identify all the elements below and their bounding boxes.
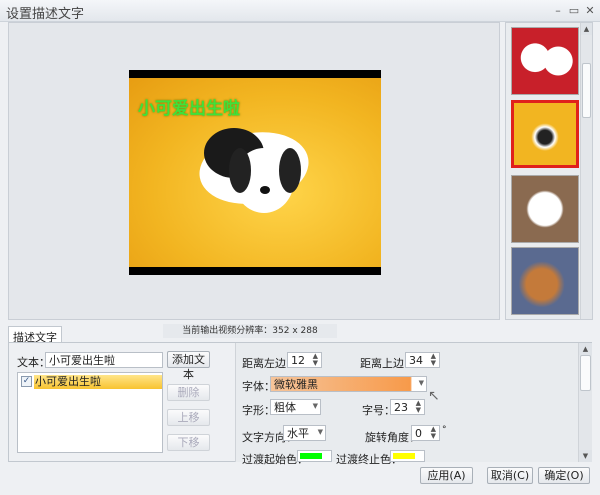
cancel-button[interactable]: 取消(C) bbox=[487, 467, 533, 484]
add-text-button[interactable]: 添加文本 bbox=[167, 351, 210, 381]
value: 微软雅黑 bbox=[274, 378, 318, 391]
chevron-down-icon[interactable]: ▼ bbox=[313, 400, 318, 413]
tab-description-text[interactable]: 描述文字 bbox=[8, 326, 62, 344]
value: 粗体 bbox=[274, 401, 296, 414]
mouse-cursor-icon: ↖ bbox=[428, 388, 440, 404]
list-item[interactable]: ✓ 小可爱出生啦 bbox=[20, 375, 162, 389]
move-down-button[interactable]: 下移 bbox=[167, 434, 210, 451]
move-up-button[interactable]: 上移 bbox=[167, 409, 210, 426]
spin-icon[interactable]: ▲ ▼ bbox=[416, 400, 421, 414]
title-bar: 设置描述文字 – ▭ ✕ bbox=[0, 0, 600, 22]
window-title: 设置描述文字 bbox=[6, 7, 85, 22]
top-distance-spinner[interactable]: 34 ▲ ▼ bbox=[405, 352, 440, 368]
thumbnail-strip: ▲ bbox=[505, 22, 593, 320]
spin-icon[interactable]: ▲ ▼ bbox=[431, 353, 436, 367]
thumbnail-scrollbar[interactable]: ▲ bbox=[580, 23, 592, 319]
resolution-label: 当前输出视频分辨率：352 x 288 bbox=[163, 324, 337, 338]
text-input[interactable]: 小可爱出生啦 bbox=[45, 352, 163, 368]
left-distance-spinner[interactable]: 12 ▲ ▼ bbox=[287, 352, 322, 368]
properties-scrollbar[interactable]: ▲ ▼ bbox=[578, 343, 592, 462]
preview-image: 小可爱出生啦 bbox=[129, 70, 381, 275]
chevron-down-icon[interactable]: ▼ bbox=[318, 426, 323, 439]
checkbox[interactable]: ✓ bbox=[21, 376, 32, 387]
maximize-icon[interactable]: ▭ bbox=[567, 4, 581, 18]
thumbnail-1[interactable] bbox=[511, 27, 579, 95]
ok-button[interactable]: 确定(O) bbox=[538, 467, 590, 484]
font-select[interactable]: 微软雅黑 ▼ bbox=[270, 376, 427, 392]
start-color-picker[interactable] bbox=[297, 450, 332, 462]
spin-icon[interactable]: ▲ ▼ bbox=[431, 426, 436, 440]
value: 0 bbox=[415, 427, 422, 440]
value: 水平 bbox=[287, 427, 309, 440]
thumbnail-3[interactable] bbox=[511, 175, 579, 243]
thumbnail-4[interactable] bbox=[511, 247, 579, 315]
overlay-text[interactable]: 小可爱出生啦 bbox=[138, 94, 240, 119]
close-icon[interactable]: ✕ bbox=[583, 4, 597, 18]
chevron-down-icon[interactable]: ▼ bbox=[419, 377, 424, 390]
value: 23 bbox=[394, 401, 408, 414]
minimize-icon[interactable]: – bbox=[551, 4, 565, 18]
text-list[interactable]: ✓ 小可爱出生啦 bbox=[17, 372, 163, 453]
rotation-spinner[interactable]: 0 ▲ ▼ bbox=[411, 425, 440, 441]
spin-icon[interactable]: ▲ ▼ bbox=[313, 353, 318, 367]
value: 12 bbox=[291, 354, 305, 367]
delete-button[interactable]: 删除 bbox=[167, 384, 210, 401]
thumbnail-2[interactable] bbox=[511, 100, 579, 168]
style-select[interactable]: 粗体 ▼ bbox=[270, 399, 321, 415]
degree-unit: ° bbox=[442, 425, 447, 435]
list-item-label: 小可爱出生啦 bbox=[34, 375, 162, 389]
apply-button[interactable]: 应用(A) bbox=[420, 467, 473, 484]
value: 34 bbox=[409, 354, 423, 367]
size-spinner[interactable]: 23 ▲ ▼ bbox=[390, 399, 425, 415]
direction-select[interactable]: 水平 ▼ bbox=[283, 425, 326, 441]
end-color-picker[interactable] bbox=[390, 450, 425, 462]
